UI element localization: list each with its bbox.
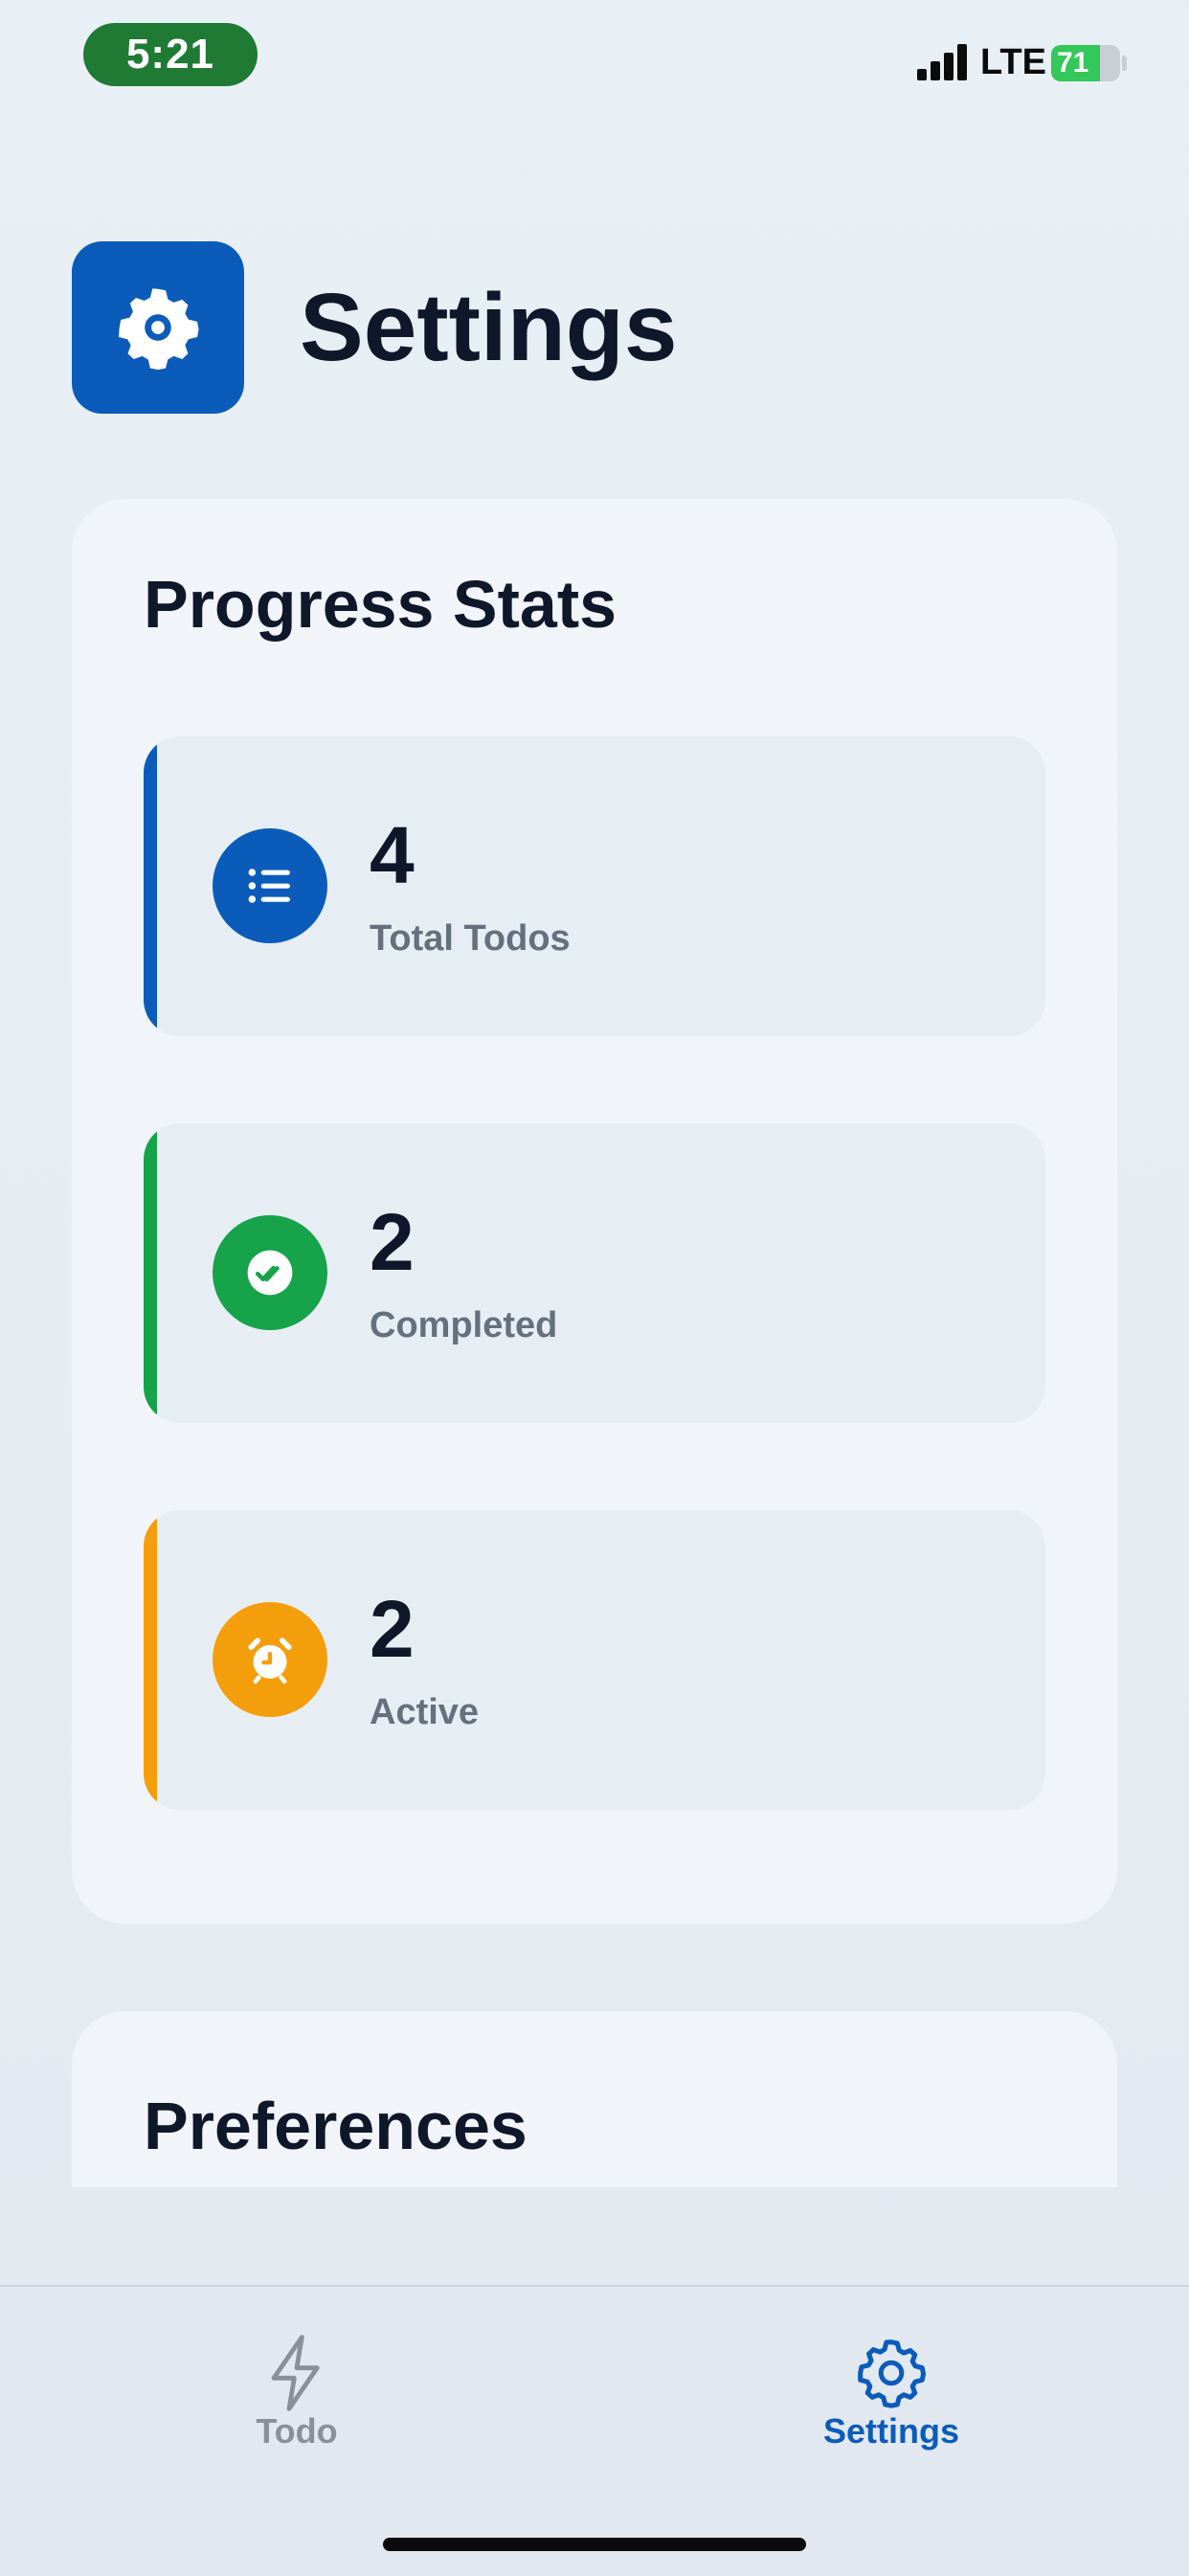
alarm-clock-icon <box>248 1638 292 1684</box>
stat-accent-bar <box>144 736 157 1036</box>
stat-value: 2 <box>370 1584 415 1674</box>
stat-label: Total Todos <box>370 918 571 959</box>
preferences-card: Preferences <box>72 2011 1117 2187</box>
stat-total-todos: 4 Total Todos <box>144 736 1045 1036</box>
stat-completed: 2 Completed <box>144 1123 1045 1423</box>
tab-label: Todo <box>256 2411 338 2451</box>
stat-label: Active <box>370 1692 480 1732</box>
stat-active: 2 Active <box>144 1510 1045 1810</box>
double-check-icon <box>247 1250 293 1296</box>
preferences-title: Preferences <box>144 2089 527 2163</box>
home-indicator <box>383 2538 806 2551</box>
progress-stats-title: Progress Stats <box>144 567 617 642</box>
tab-label: Settings <box>822 2411 959 2451</box>
battery-cap <box>1122 56 1127 71</box>
status-time: 5:21 <box>83 23 258 86</box>
settings-header-icon <box>72 241 244 414</box>
page-title: Settings <box>300 274 678 381</box>
stat-value: 4 <box>370 810 415 900</box>
battery-percent: 71 <box>1057 47 1089 79</box>
lightning-icon <box>271 2335 320 2411</box>
stat-icon-circle <box>213 828 327 943</box>
stat-accent-bar <box>144 1510 157 1810</box>
stat-label: Completed <box>370 1305 558 1345</box>
list-icon <box>248 869 290 903</box>
status-bar: 5:21 LTE 71 <box>0 0 1189 115</box>
stat-value: 2 <box>370 1197 415 1287</box>
stat-accent-bar <box>144 1123 157 1423</box>
network-label: LTE <box>980 42 1046 82</box>
signal-icon <box>917 42 971 80</box>
gear-icon <box>858 2339 927 2408</box>
battery-icon: 71 <box>1051 45 1120 81</box>
gear-icon <box>118 288 199 371</box>
progress-stats-card: Progress Stats 4 Total Todos 2 Completed <box>72 499 1117 1924</box>
stat-icon-circle <box>213 1602 327 1717</box>
tab-todo[interactable]: Todo <box>182 2335 412 2469</box>
tab-bar: Todo Settings <box>0 2285 1189 2576</box>
stat-icon-circle <box>213 1215 327 1330</box>
tab-settings[interactable]: Settings <box>776 2335 1006 2469</box>
